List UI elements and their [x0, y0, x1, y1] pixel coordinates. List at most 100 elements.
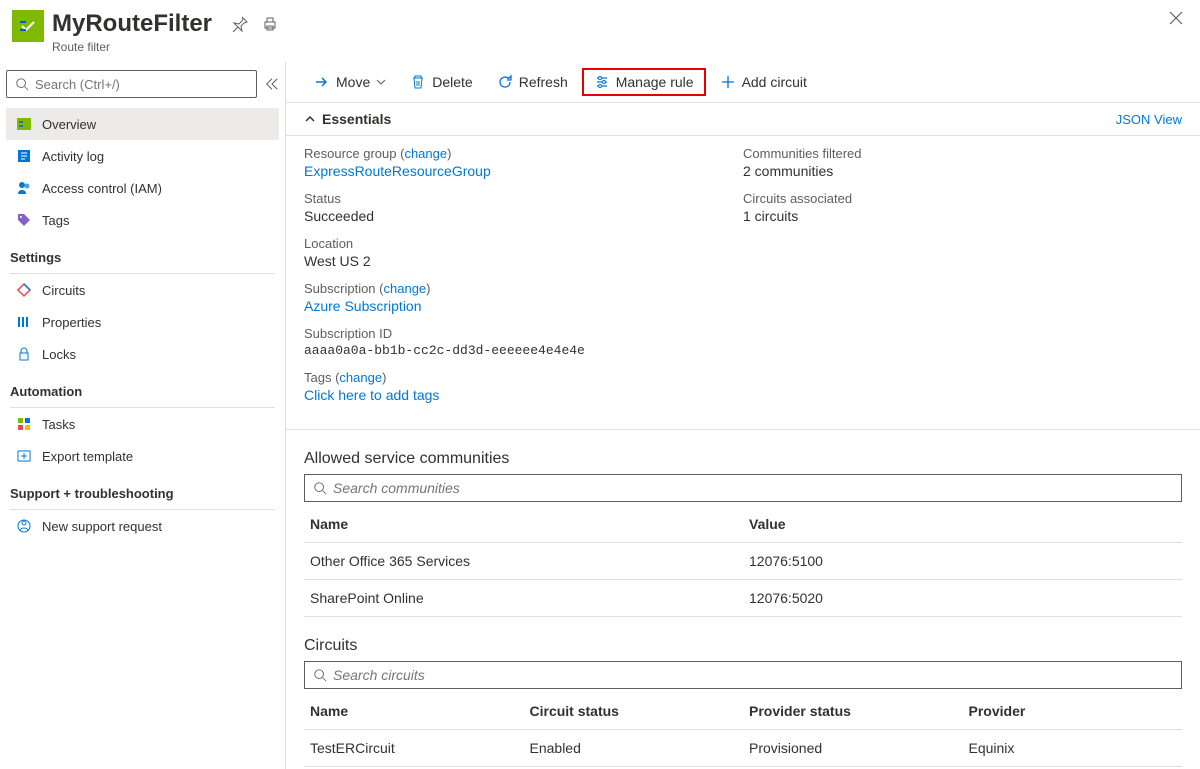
resource-icon [12, 10, 44, 42]
sidebar-item-access-control[interactable]: Access control (IAM) [6, 172, 279, 204]
ess-label: Status [304, 191, 743, 206]
circuits-associated-value: 1 circuits [743, 208, 1182, 224]
sidebar-item-label: Access control (IAM) [42, 181, 162, 196]
support-icon [16, 518, 32, 534]
resource-group-link[interactable]: ExpressRouteResourceGroup [304, 163, 743, 179]
refresh-button[interactable]: Refresh [487, 68, 578, 96]
col-value[interactable]: Value [743, 506, 1182, 543]
page-subtitle: Route filter [52, 40, 212, 54]
sidebar-item-properties[interactable]: Properties [6, 306, 279, 338]
json-view-link[interactable]: JSON View [1116, 112, 1182, 127]
sidebar-item-label: Activity log [42, 149, 104, 164]
section-title: Allowed service communities [304, 450, 1182, 468]
subscription-link[interactable]: Azure Subscription [304, 298, 743, 314]
sidebar-item-new-support-request[interactable]: New support request [6, 510, 279, 542]
sidebar-item-tasks[interactable]: Tasks [6, 408, 279, 440]
add-tags-link[interactable]: Click here to add tags [304, 387, 743, 403]
manage-rule-button[interactable]: Manage rule [582, 68, 706, 96]
communities-table: Name Value Other Office 365 Services 120… [304, 506, 1182, 617]
table-row[interactable]: SharePoint Online 12076:5020 [304, 580, 1182, 617]
sidebar-item-label: Circuits [42, 283, 85, 298]
essentials-body: Resource group (change) ExpressRouteReso… [286, 136, 1200, 430]
essentials-header: Essentials JSON View [286, 103, 1200, 136]
header-actions [232, 16, 278, 32]
circuits-search[interactable] [304, 661, 1182, 689]
move-button[interactable]: Move [304, 68, 396, 96]
essentials-label: Essentials [322, 111, 391, 127]
circuits-search-input[interactable] [333, 667, 1173, 683]
col-provider[interactable]: Provider [963, 693, 1183, 730]
change-link[interactable]: change [384, 281, 427, 296]
table-row[interactable]: Other Office 365 Services 12076:5100 [304, 543, 1182, 580]
col-provider-status[interactable]: Provider status [743, 693, 963, 730]
properties-icon [16, 314, 32, 330]
change-link[interactable]: change [404, 146, 447, 161]
section-title: Circuits [304, 637, 1182, 655]
ess-label: Resource group (change) [304, 146, 743, 161]
tags-icon [16, 212, 32, 228]
add-icon [720, 74, 736, 90]
ess-label: Subscription ID [304, 326, 743, 341]
print-icon[interactable] [262, 16, 278, 32]
communities-search[interactable] [304, 474, 1182, 502]
delete-icon [410, 74, 426, 90]
essentials-toggle[interactable]: Essentials [304, 111, 391, 127]
sidebar-item-circuits[interactable]: Circuits [6, 274, 279, 306]
sidebar-section-automation: Automation [6, 370, 279, 403]
ess-label: Circuits associated [743, 191, 1182, 206]
sidebar-item-label: Export template [42, 449, 133, 464]
sidebar-item-label: Locks [42, 347, 76, 362]
chevron-down-icon [376, 77, 386, 87]
ess-label: Location [304, 236, 743, 251]
iam-icon [16, 180, 32, 196]
manage-rule-icon [594, 74, 610, 90]
overview-icon [16, 116, 32, 132]
sidebar-section-settings: Settings [6, 236, 279, 269]
move-icon [314, 74, 330, 90]
sidebar: Overview Activity log Access control (IA… [0, 62, 285, 769]
toolbar: Move Delete Refresh Manage rule Add circ… [286, 62, 1200, 103]
ess-label: Subscription (change) [304, 281, 743, 296]
location-value: West US 2 [304, 253, 743, 269]
sidebar-item-tags[interactable]: Tags [6, 204, 279, 236]
add-circuit-button[interactable]: Add circuit [710, 68, 817, 96]
sidebar-item-locks[interactable]: Locks [6, 338, 279, 370]
header-title-block: MyRouteFilter Route filter [52, 10, 212, 54]
collapse-sidebar-icon[interactable] [265, 77, 279, 91]
chevron-up-icon [304, 113, 316, 125]
communities-search-input[interactable] [333, 480, 1173, 496]
ess-label: Communities filtered [743, 146, 1182, 161]
circuits-table: Name Circuit status Provider status Prov… [304, 693, 1182, 767]
close-icon[interactable] [1168, 10, 1184, 26]
col-name[interactable]: Name [304, 693, 524, 730]
change-link[interactable]: change [339, 370, 382, 385]
page-title: MyRouteFilter [52, 10, 212, 38]
col-name[interactable]: Name [304, 506, 743, 543]
sidebar-search[interactable] [6, 70, 257, 98]
sidebar-item-activity-log[interactable]: Activity log [6, 140, 279, 172]
search-input[interactable] [35, 77, 248, 92]
sidebar-section-support: Support + troubleshooting [6, 472, 279, 505]
sidebar-item-label: Tasks [42, 417, 75, 432]
sidebar-item-export-template[interactable]: Export template [6, 440, 279, 472]
status-value: Succeeded [304, 208, 743, 224]
tasks-icon [16, 416, 32, 432]
activity-log-icon [16, 148, 32, 164]
pin-icon[interactable] [232, 16, 248, 32]
sidebar-item-label: Tags [42, 213, 69, 228]
sidebar-item-label: New support request [42, 519, 162, 534]
subscription-id-value: aaaa0a0a-bb1b-cc2c-dd3d-eeeeee4e4e4e [304, 343, 743, 358]
delete-button[interactable]: Delete [400, 68, 482, 96]
page-header: MyRouteFilter Route filter [0, 0, 1200, 62]
locks-icon [16, 346, 32, 362]
ess-label: Tags (change) [304, 370, 743, 385]
export-template-icon [16, 448, 32, 464]
circuits-icon [16, 282, 32, 298]
table-row[interactable]: TestERCircuit Enabled Provisioned Equini… [304, 730, 1182, 767]
main-content: Move Delete Refresh Manage rule Add circ… [285, 62, 1200, 769]
sidebar-item-label: Overview [42, 117, 96, 132]
refresh-icon [497, 74, 513, 90]
col-circuit-status[interactable]: Circuit status [524, 693, 744, 730]
communities-filtered-value: 2 communities [743, 163, 1182, 179]
sidebar-item-overview[interactable]: Overview [6, 108, 279, 140]
